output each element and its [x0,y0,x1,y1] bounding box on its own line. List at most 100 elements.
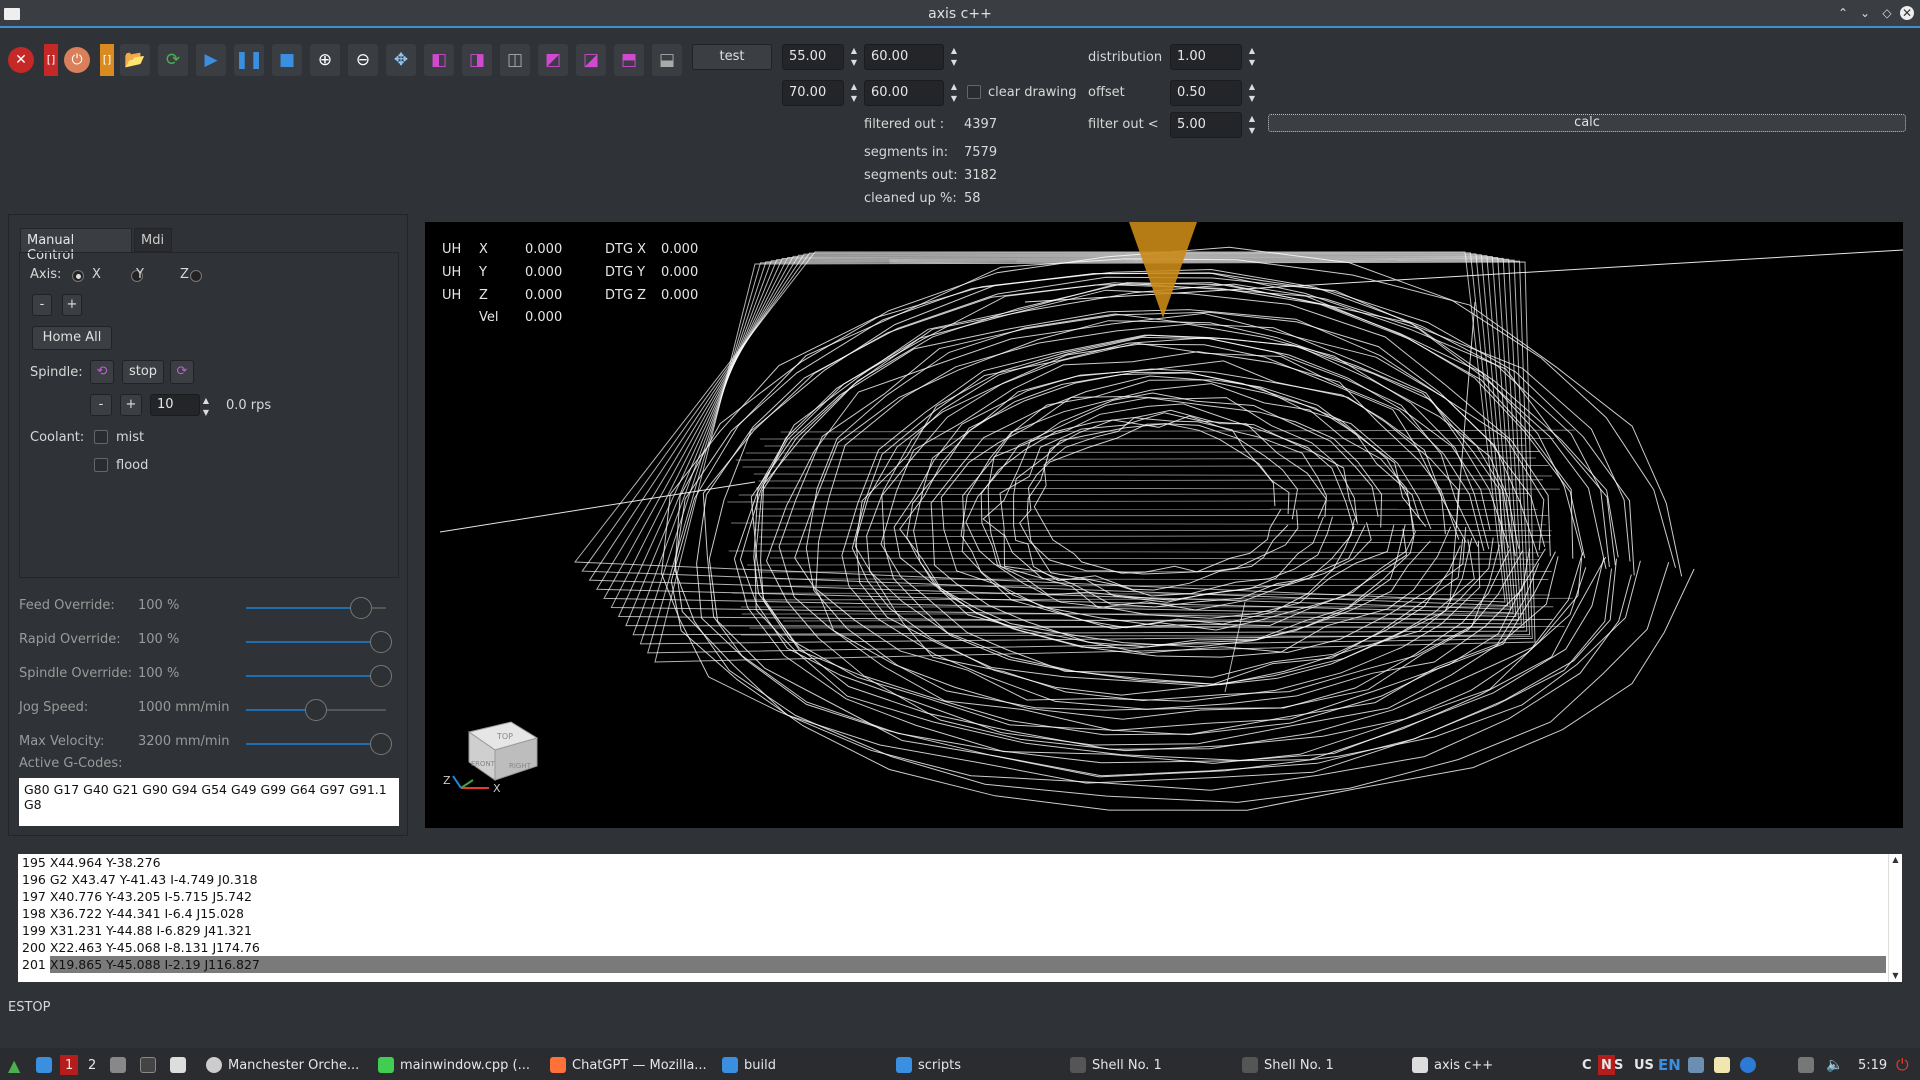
calc-button[interactable]: calc [1268,114,1906,132]
show-desktop-icon[interactable] [36,1055,58,1075]
tray-indicator[interactable]: C [1582,1055,1592,1075]
taskbar-item[interactable]: build [722,1055,776,1075]
stop-program-icon[interactable]: ■ [272,44,302,76]
gcode-line[interactable]: 195 X44.964 Y-38.276 [18,854,1888,871]
view-front-icon[interactable]: ◫ [500,44,530,76]
pause-icon[interactable]: ❚❚ [234,44,264,76]
gcode-line[interactable]: 198 X36.722 Y-44.341 I-6.4 J15.028 [18,905,1888,922]
spin-arrows[interactable]: ▲ ▼ [947,45,961,69]
tray-indicator[interactable]: S [1614,1055,1623,1075]
gcode-line[interactable]: 197 X40.776 Y-43.205 I-5.715 J5.742 [18,888,1888,905]
taskbar-item[interactable]: Shell No. 1 [1242,1055,1334,1075]
spin-arrows[interactable]: ▲ ▼ [847,81,861,105]
tab-mdi[interactable]: Mdi [134,228,172,252]
gcode-line[interactable]: 196 G2 X43.47 Y-41.43 I-4.749 J0.318 [18,871,1888,888]
param-spin-1[interactable]: 55.00 ▲ ▼ [782,44,857,70]
spindle-cw-icon[interactable]: ⟳ [170,360,194,384]
spin-arrows[interactable]: ▲ ▼ [1245,81,1259,105]
workspace-1[interactable]: 1 [60,1055,79,1075]
tray-indicator[interactable]: US [1634,1055,1654,1075]
offset-spin[interactable]: 0.50 ▲ ▼ [1170,80,1255,106]
flood-checkbox[interactable] [94,458,108,472]
distribution-spin[interactable]: 1.00 ▲ ▼ [1170,44,1255,70]
taskbar-item[interactable]: Shell No. 1 [1070,1055,1162,1075]
gcode-line[interactable]: 199 X31.231 Y-44.88 I-6.829 J41.321 [18,922,1888,939]
volume-icon[interactable]: 🔈 [1826,1055,1843,1075]
jog-plus-button[interactable]: + [62,294,82,316]
override-slider[interactable] [246,699,386,721]
run-icon[interactable]: ▶ [196,44,226,76]
terminal-icon[interactable] [140,1055,162,1075]
clipboard-icon[interactable] [1714,1055,1736,1075]
taskbar-item[interactable]: axis c++ [1412,1055,1493,1075]
view-back-icon[interactable]: ⬒ [614,44,644,76]
reload-icon[interactable]: ⟳ [158,44,188,76]
tab-manual-control[interactable]: Manual Control [20,228,132,263]
slider-handle[interactable] [370,665,392,687]
view-iso-icon[interactable]: ◧ [424,44,454,76]
gcode-line[interactable]: 201 X19.865 Y-45.088 I-2.19 J116.827 [18,956,1888,973]
spindle-increase-button[interactable]: + [120,394,142,416]
network-icon[interactable] [1688,1055,1710,1075]
zoom-fit-icon[interactable]: ✥ [386,44,416,76]
spindle-speed-spin[interactable]: 10 ▲ ▼ [150,394,209,417]
spindle-decrease-button[interactable]: - [90,394,112,416]
slider-handle[interactable] [370,631,392,653]
home-all-button[interactable]: Home All [32,326,112,350]
gcode-listing[interactable]: 195 X44.964 Y-38.276 196 G2 X43.47 Y-41.4… [18,854,1888,982]
zoom-in-icon[interactable]: ⊕ [310,44,340,76]
override-slider[interactable] [246,665,392,687]
override-slider[interactable] [246,597,386,619]
spin-arrows[interactable]: ▲ ▼ [1245,113,1259,137]
axis-z-radio[interactable] [190,269,203,282]
gcode-line[interactable]: 200 X22.463 Y-45.068 I-8.131 J174.76 [18,939,1888,956]
spin-arrows[interactable]: ▲ ▼ [947,81,961,105]
gcode-scrollbar[interactable]: ▲ ▼ [1888,854,1902,982]
taskbar-item[interactable]: ChatGPT — Mozilla... [550,1055,707,1075]
open-file-icon[interactable]: 📂 [120,44,150,76]
minimize-icon[interactable]: ⌄ [1858,6,1872,20]
spin-arrows[interactable]: ▲ ▼ [847,45,861,69]
view-right-icon[interactable]: ◩ [538,44,568,76]
test-button[interactable]: test [692,44,772,70]
view-left-icon[interactable]: ◪ [576,44,606,76]
zoom-out-icon[interactable]: ⊖ [348,44,378,76]
file-manager-icon[interactable] [110,1055,132,1075]
power-menu-icon[interactable]: ⏻ [1896,1055,1909,1075]
clear-drawing-checkbox[interactable] [967,85,981,99]
workspace-2[interactable]: 2 [88,1055,96,1075]
tray-indicator[interactable]: EN [1658,1055,1681,1075]
jog-minus-button[interactable]: - [32,294,52,316]
toolpath-3d-view[interactable]: UH X 0.000 DTG X 0.000 UH Y 0.000 DTG Y 0.000 UH Z 0… [425,222,1903,828]
power-icon[interactable]: ⏻ [64,47,90,73]
slider-handle[interactable] [350,597,372,619]
slider-handle[interactable] [370,733,392,755]
spin-arrows[interactable]: ▲ ▼ [1245,45,1259,69]
spin-arrows[interactable]: ▲ ▼ [199,395,213,419]
tray-indicator[interactable]: N [1598,1055,1615,1075]
start-menu-icon[interactable]: ▲ [8,1055,20,1075]
close-icon[interactable]: ✕ [1900,6,1914,20]
param-spin-3[interactable]: 70.00 ▲ ▼ [782,80,857,106]
override-slider[interactable] [246,631,392,653]
maximize-icon[interactable]: ◇ [1880,6,1894,20]
view-top-icon[interactable]: ◨ [462,44,492,76]
estop-icon[interactable]: ✕ [8,47,34,73]
spindle-ccw-icon[interactable]: ⟲ [90,360,114,384]
taskbar-item[interactable]: Manchester Orche... [206,1055,359,1075]
keep-above-icon[interactable]: ⌃ [1836,6,1850,20]
bluetooth-icon[interactable] [1740,1055,1762,1075]
taskbar-item[interactable]: mainwindow.cpp (... [378,1055,530,1075]
param-spin-2[interactable]: 60.00 ▲ ▼ [864,44,957,70]
param-spin-4[interactable]: 60.00 ▲ ▼ [864,80,957,106]
filter-spin[interactable]: 5.00 ▲ ▼ [1170,112,1255,138]
view-bottom-icon[interactable]: ⬓ [652,44,682,76]
taskbar-item[interactable]: scripts [896,1055,961,1075]
mist-checkbox[interactable] [94,430,108,444]
override-slider[interactable] [246,733,392,755]
battery-icon[interactable] [1798,1055,1820,1075]
slider-handle[interactable] [305,699,327,721]
axis-x-radio[interactable] [72,269,84,282]
text-editor-icon[interactable] [170,1055,192,1075]
spindle-stop-button[interactable]: stop [122,360,164,384]
